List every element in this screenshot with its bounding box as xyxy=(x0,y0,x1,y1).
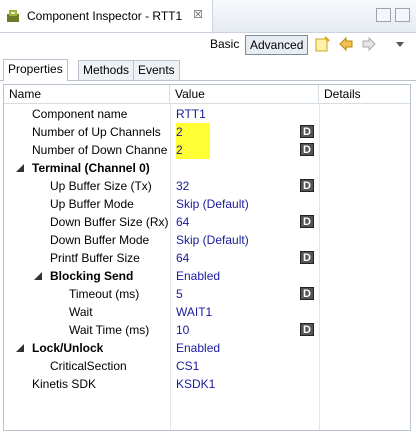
close-icon[interactable]: ☒ xyxy=(192,9,204,21)
table-row[interactable]: CriticalSection CS1 xyxy=(4,357,410,375)
tab-properties[interactable]: Properties xyxy=(3,59,68,81)
property-name: Up Buffer Mode xyxy=(50,197,134,211)
table-row[interactable]: Wait WAIT1 xyxy=(4,303,410,321)
table-row[interactable]: Wait Time (ms) 10 D xyxy=(4,321,410,339)
table-row[interactable]: Number of Up Channels 2 D xyxy=(4,123,410,141)
view-menu-icon[interactable] xyxy=(392,36,408,52)
header-value[interactable]: Value xyxy=(170,85,319,103)
header-details[interactable]: Details xyxy=(319,85,410,103)
property-name: Component name xyxy=(32,107,128,121)
property-value[interactable]: 64 xyxy=(176,249,189,267)
table-row[interactable]: Component name RTT1 xyxy=(4,105,410,123)
details-button[interactable]: D xyxy=(300,215,314,228)
property-name: Timeout (ms) xyxy=(69,287,140,301)
property-value[interactable]: Skip (Default) xyxy=(176,231,249,249)
property-value[interactable]: Enabled xyxy=(176,339,220,357)
property-name: Printf Buffer Size xyxy=(50,251,140,265)
collapse-triangle-icon[interactable] xyxy=(16,344,24,352)
property-name: Down Buffer Mode xyxy=(50,233,150,247)
details-button[interactable]: D xyxy=(300,143,314,156)
tab-methods[interactable]: Methods xyxy=(78,60,135,80)
group-name: Lock/Unlock xyxy=(32,341,104,355)
table-row[interactable]: Lock/Unlock Enabled xyxy=(4,339,410,357)
minimize-button[interactable] xyxy=(376,8,391,22)
view-title: Component Inspector - RTT1 xyxy=(27,9,183,23)
details-button[interactable]: D xyxy=(300,125,314,138)
table-row[interactable]: Number of Down Channe 2 D xyxy=(4,141,410,159)
inspector-toolbar: Basic Advanced xyxy=(0,32,416,58)
group-name: Terminal (Channel 0) xyxy=(32,161,150,175)
basic-mode-button[interactable]: Basic xyxy=(210,37,239,51)
property-value[interactable]: 2 xyxy=(176,123,210,141)
properties-table: Name Value Details Component name RTT1 N… xyxy=(3,84,411,431)
details-button[interactable]: D xyxy=(300,251,314,264)
collapse-triangle-icon[interactable] xyxy=(34,272,42,280)
tab-events[interactable]: Events xyxy=(133,60,180,80)
property-name: Number of Up Channels xyxy=(32,125,161,139)
header-name[interactable]: Name xyxy=(4,85,170,103)
property-name: Up Buffer Size (Tx) xyxy=(50,179,152,193)
details-button[interactable]: D xyxy=(300,179,314,192)
table-row[interactable]: Printf Buffer Size 64 D xyxy=(4,249,410,267)
view-title-bar: Component Inspector - RTT1 ☒ xyxy=(0,0,416,33)
view-tab[interactable]: Component Inspector - RTT1 ☒ xyxy=(0,0,213,32)
property-value[interactable]: 5 xyxy=(176,285,183,303)
group-name: Blocking Send xyxy=(50,269,134,283)
property-value[interactable]: RTT1 xyxy=(176,105,206,123)
property-value[interactable]: 10 xyxy=(176,321,189,339)
property-name: CriticalSection xyxy=(50,359,127,373)
table-row[interactable]: Blocking Send Enabled xyxy=(4,267,410,285)
maximize-button[interactable] xyxy=(395,8,410,22)
property-value[interactable]: Skip (Default) xyxy=(176,195,249,213)
component-inspector-icon xyxy=(7,10,19,22)
property-value[interactable]: Enabled xyxy=(176,267,220,285)
table-row[interactable]: Up Buffer Mode Skip (Default) xyxy=(4,195,410,213)
table-row[interactable]: Up Buffer Size (Tx) 32 D xyxy=(4,177,410,195)
property-value[interactable]: 2 xyxy=(176,141,210,159)
forward-arrow-icon[interactable] xyxy=(361,36,377,52)
property-value[interactable]: 64 xyxy=(176,213,189,231)
details-button[interactable]: D xyxy=(300,287,314,300)
table-row[interactable]: Timeout (ms) 5 D xyxy=(4,285,410,303)
property-value[interactable]: KSDK1 xyxy=(176,375,215,393)
table-row[interactable]: Terminal (Channel 0) xyxy=(4,159,410,177)
details-button[interactable]: D xyxy=(300,323,314,336)
table-header: Name Value Details xyxy=(4,85,410,104)
property-name: Wait Time (ms) xyxy=(69,323,150,337)
collapse-triangle-icon[interactable] xyxy=(16,164,24,172)
property-name: Down Buffer Size (Rx) xyxy=(50,215,169,229)
property-value[interactable]: WAIT1 xyxy=(176,303,212,321)
table-row[interactable]: Kinetis SDK KSDK1 xyxy=(4,375,410,393)
table-row[interactable]: Down Buffer Size (Rx) 64 D xyxy=(4,213,410,231)
property-value[interactable]: CS1 xyxy=(176,357,199,375)
new-item-icon[interactable] xyxy=(314,36,330,52)
property-name: Wait xyxy=(69,305,93,319)
advanced-mode-button[interactable]: Advanced xyxy=(245,35,309,55)
inspector-tabs: Properties Methods Events xyxy=(0,58,416,81)
property-name: Number of Down Channe xyxy=(32,143,168,157)
table-row[interactable]: Down Buffer Mode Skip (Default) xyxy=(4,231,410,249)
back-arrow-icon[interactable] xyxy=(338,36,354,52)
property-value[interactable]: 32 xyxy=(176,177,189,195)
property-name: Kinetis SDK xyxy=(32,377,97,391)
